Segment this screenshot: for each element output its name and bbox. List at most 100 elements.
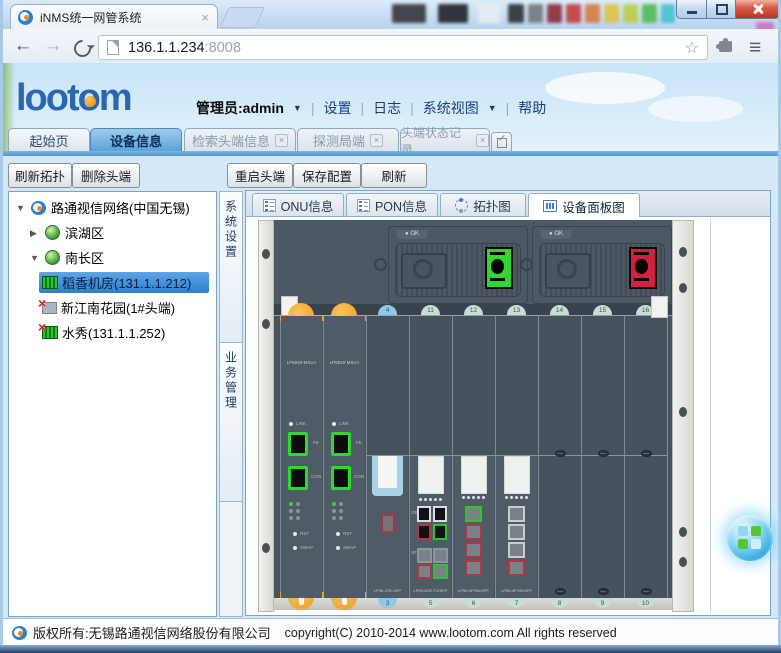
globe-icon <box>45 225 60 240</box>
panel-icon <box>543 200 557 212</box>
quick-launch-button[interactable] <box>727 515 773 561</box>
tree-item-root[interactable]: 路通视信网络(中国无锡) <box>31 197 190 218</box>
cloud-decoration <box>648 96 743 122</box>
tab-close-icon[interactable]: × <box>201 11 209 24</box>
tree-item-shuixiu[interactable]: × 水秀(131.1.1.252) <box>42 322 165 343</box>
tree-item-xinjiangnan[interactable]: × 新江南花园(1#头端) <box>42 297 175 318</box>
tab-pon-info[interactable]: PON信息 <box>346 193 438 217</box>
card-msu-2: LP5910-MSU-I LINK FE CON RST SWAP <box>324 316 365 598</box>
card-4pon-1: LP59-4PON-SFP <box>453 456 494 598</box>
psu-module-1: ● OK <box>388 226 528 304</box>
list-icon <box>357 199 370 212</box>
url-port: :8008 <box>205 40 241 56</box>
menu-logs[interactable]: 日志 <box>373 98 401 118</box>
card-2te-xfp: LP59-2TE-XFP <box>367 456 408 598</box>
pon-port <box>508 506 525 522</box>
ge-port <box>417 524 431 540</box>
tab-headend-status[interactable]: 头端状态记录× <box>400 128 490 152</box>
accordion-business-mgmt[interactable]: 业务管理 <box>220 343 242 502</box>
bookmark-star-icon[interactable]: ☆ <box>685 38 699 58</box>
sysview-caret-icon[interactable]: ▼ <box>488 103 497 113</box>
delete-headend-button[interactable]: 删除头端 <box>72 163 140 188</box>
sfp-port <box>433 548 448 563</box>
psu-module-2: ● OK <box>532 226 672 304</box>
card-handle <box>461 456 487 494</box>
url-bar[interactable]: 136.1.1.234:8008 ☆ <box>98 35 708 60</box>
window-minimize-button[interactable] <box>676 0 708 19</box>
card-model-label: LP5910-MSU-I <box>281 360 322 365</box>
tab-expand-button[interactable] <box>491 132 512 152</box>
back-icon[interactable]: ← <box>10 33 36 59</box>
copyright-cn: 版权所有:无锡路通视信网络股份有限公司 <box>33 623 271 642</box>
pon-port <box>508 524 525 540</box>
maximize-icon <box>716 4 728 15</box>
globe-icon <box>45 250 60 265</box>
tab-device-panel[interactable]: 设备面板图 <box>528 193 640 219</box>
browser-tab-title: iNMS统一网管系统 <box>40 9 190 26</box>
tab-close-icon[interactable]: × <box>275 134 288 147</box>
pon-port <box>508 542 525 558</box>
tree-item-daoxiang[interactable]: 稻香机房(131.1.1.212) <box>42 272 191 293</box>
desktop-blob <box>566 4 581 23</box>
desktop-blob <box>661 4 675 23</box>
caret-down-icon[interactable]: ▼ <box>16 203 25 213</box>
latch <box>651 296 668 318</box>
tab-close-icon[interactable]: × <box>370 134 383 147</box>
user-caret-icon[interactable]: ▼ <box>293 103 302 113</box>
tab-search-headend[interactable]: 检索头端信息× <box>184 128 296 152</box>
lootom-icon <box>31 201 46 215</box>
menu-help[interactable]: 帮助 <box>518 98 546 118</box>
caret-right-icon[interactable]: ▶ <box>30 228 37 239</box>
window-close-button[interactable] <box>735 0 780 19</box>
card-model-label: LP59-4PON-SFP <box>496 588 537 593</box>
card-handle <box>418 456 444 494</box>
accordion-system-settings[interactable]: 系统设置 <box>220 192 242 343</box>
caret-down-icon[interactable]: ▼ <box>30 253 39 263</box>
extension-puzzle-icon[interactable] <box>719 41 732 52</box>
card-4pon-2: LP59-4PON-SFP <box>496 456 537 598</box>
refresh-button[interactable]: 刷新 <box>361 163 427 188</box>
desktop-blob <box>604 4 619 23</box>
browser-menu-icon[interactable]: ≡ <box>749 38 761 58</box>
copyright-en: copyright(C) 2010-2014 www.lootom.com Al… <box>285 626 617 640</box>
tree-item-binhu[interactable]: 滨湖区 <box>45 222 104 243</box>
pon-port <box>465 524 482 540</box>
url-host: 136.1.1.234 <box>128 40 205 56</box>
menu-sysview[interactable]: 系统视图 <box>423 98 479 118</box>
reload-icon[interactable] <box>74 40 91 57</box>
xfp-port <box>381 514 395 533</box>
tab-device-info[interactable]: 设备信息 <box>90 128 182 152</box>
desktop-blob <box>528 4 543 23</box>
tab-probe-office[interactable]: 探测局端× <box>297 128 399 152</box>
restart-headend-button[interactable]: 重启头端 <box>227 163 293 188</box>
desktop-blob <box>585 4 600 23</box>
window-maximize-button[interactable] <box>706 0 737 19</box>
card-msu-1: LP5910-MSU-I LINK FE CON RST SWAP <box>281 316 322 598</box>
lootom-favicon <box>18 10 33 25</box>
save-config-button[interactable]: 保存配置 <box>293 163 361 188</box>
tab-close-icon[interactable]: × <box>476 134 489 147</box>
tree-item-nanchang[interactable]: 南长区 <box>45 247 104 268</box>
tab-onu-info[interactable]: ONU信息 <box>252 193 344 217</box>
refresh-topology-button[interactable]: 刷新拓扑 <box>8 163 72 188</box>
card-model-label: LP59-4GE-TX/SFP <box>410 588 451 593</box>
psu-connector <box>545 253 591 289</box>
fe-port <box>331 432 351 456</box>
rack-rail-left <box>258 220 274 612</box>
expand-tabs-icon <box>497 138 507 148</box>
browser-tab[interactable]: iNMS统一网管系统 × <box>10 4 218 30</box>
tab-topology[interactable]: 拓扑图 <box>440 193 526 217</box>
list-icon <box>263 199 276 212</box>
card-handle <box>372 456 403 496</box>
led-row <box>419 498 442 501</box>
card-4ge: GE SFP LP59-4GE-TX/SFP <box>410 456 451 598</box>
window-frame <box>0 0 3 653</box>
tab-start-page[interactable]: 起始页 <box>8 128 90 152</box>
forward-icon[interactable]: → <box>40 33 66 59</box>
desktop-blob <box>508 4 524 23</box>
desktop-blob <box>392 4 426 23</box>
menu-settings[interactable]: 设置 <box>323 98 351 118</box>
desktop-blob <box>478 4 500 23</box>
desktop-blob <box>623 4 638 23</box>
minimize-icon <box>687 11 697 14</box>
